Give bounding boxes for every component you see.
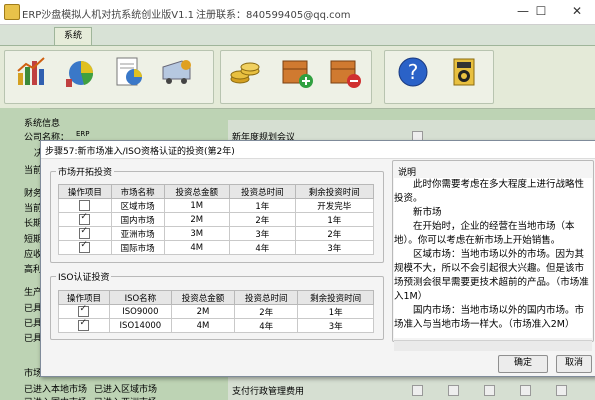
entered-local-market: 已进入本地市场 bbox=[24, 385, 88, 395]
svg-text:?: ? bbox=[408, 60, 419, 84]
column-header: 市场名称 bbox=[110, 184, 165, 199]
process-row-admin-fee: 支付行政管理费用 bbox=[232, 387, 305, 397]
investment-amount: 2M bbox=[163, 212, 231, 227]
table-row: 国际市场 4M 4年 3年 bbox=[58, 240, 375, 255]
row-checkbox[interactable] bbox=[78, 318, 90, 331]
remaining-time: 3年 bbox=[297, 318, 374, 333]
investment-amount: 4M bbox=[163, 240, 231, 255]
column-header: 投资总金额 bbox=[170, 290, 236, 305]
entered-regional-market: 已进入区域市场 bbox=[94, 385, 158, 395]
help-icon[interactable]: ? bbox=[396, 55, 430, 89]
investment-amount: 2M bbox=[170, 304, 236, 319]
process-check[interactable] bbox=[412, 385, 423, 396]
investment-time: 3年 bbox=[229, 226, 296, 241]
iso-table: 操作项目 ISO名称 投资总金额 投资总时间 剩余投资时间 ISO9000 2M… bbox=[58, 290, 374, 333]
table-row: 国内市场 2M 2年 1年 bbox=[58, 212, 375, 227]
table-row: 亚洲市场 3M 3年 2年 bbox=[58, 226, 375, 241]
table-row: ISO14000 4M 4年 3年 bbox=[58, 318, 374, 333]
column-header: 剩余投资时间 bbox=[294, 184, 375, 199]
description-paragraph: 区域市场：当地市场以外的市场。因为其规模不大，所以不会引起很大兴趣。但是该市场预… bbox=[394, 249, 589, 302]
market-name: 亚洲市场 bbox=[110, 226, 165, 241]
market-name: 国际市场 bbox=[110, 240, 165, 255]
description-paragraph: 此时你需要考虑在多大程度上进行战略性投资。 bbox=[394, 179, 585, 204]
app-icon bbox=[4, 4, 20, 20]
registration-contact: 注册联系：840599405@qq.com bbox=[196, 10, 351, 21]
checkbox-cell[interactable] bbox=[58, 304, 110, 319]
window-title: ERP沙盘模拟人机对抗系统创业版V1.1 bbox=[22, 10, 195, 21]
entered-asia-market: 已进入亚洲市场 bbox=[94, 395, 157, 400]
description-scrollbar[interactable] bbox=[394, 340, 592, 351]
process-check[interactable] bbox=[448, 385, 459, 396]
iso-name: ISO9000 bbox=[108, 304, 172, 319]
column-header: 投资总时间 bbox=[234, 290, 299, 305]
investment-amount: 3M bbox=[163, 226, 231, 241]
investment-time: 2年 bbox=[229, 212, 296, 227]
column-header: ISO名称 bbox=[108, 290, 172, 305]
chart-icon[interactable] bbox=[14, 55, 48, 89]
dialog-title: 步骤57:新市场准入/ISO资格认证的投资(第2年) bbox=[45, 147, 235, 157]
market-table: 操作项目 市场名称 投资总金额 投资总时间 剩余投资时间 区域市场 1M 1年 … bbox=[58, 184, 375, 255]
investment-time: 1年 bbox=[229, 198, 296, 213]
investment-time: 4年 bbox=[229, 240, 296, 255]
process-check[interactable] bbox=[520, 385, 531, 396]
process-check[interactable] bbox=[484, 385, 495, 396]
remaining-time: 2年 bbox=[294, 226, 375, 241]
maximize-button[interactable]: ☐ bbox=[530, 2, 552, 20]
investment-time: 2年 bbox=[234, 304, 299, 319]
checkbox-cell[interactable] bbox=[58, 198, 112, 213]
description-caption: 说明 bbox=[396, 165, 419, 178]
checkbox-cell[interactable] bbox=[58, 318, 110, 333]
coins-icon[interactable] bbox=[228, 55, 262, 89]
remaining-time: 1年 bbox=[294, 212, 375, 227]
description-text[interactable]: 此时你需要考虑在多大程度上进行战略性投资。 新市场 在开始时，企业的经营在当地市… bbox=[394, 178, 592, 338]
iso-group-caption: ISO认证投资 bbox=[56, 270, 112, 283]
investment-amount: 4M bbox=[170, 318, 236, 333]
description-paragraph: 国内市场：当地市场以外的国内市场。市场准入与当地市场一样大。（市场准入2M） bbox=[394, 305, 585, 330]
investment-amount: 1M bbox=[163, 198, 231, 213]
column-header: 投资总金额 bbox=[163, 184, 231, 199]
truck-icon[interactable] bbox=[160, 55, 194, 89]
remaining-time: 开发完毕 bbox=[294, 198, 375, 213]
company-value: ERP bbox=[76, 130, 90, 138]
description-paragraph: 在开始时，企业的经营在当地市场（本地）。你可以考虑在新市场上开始销售。 bbox=[394, 221, 575, 246]
remaining-time: 1年 bbox=[297, 304, 374, 319]
remove-box-icon[interactable] bbox=[328, 55, 362, 89]
row-checkbox[interactable] bbox=[78, 304, 90, 317]
description-paragraph: 新市场 bbox=[413, 207, 442, 218]
table-header-row: 操作项目 市场名称 投资总金额 投资总时间 剩余投资时间 bbox=[58, 184, 375, 199]
column-header: 操作项目 bbox=[58, 184, 112, 199]
row-checkbox[interactable] bbox=[79, 240, 91, 253]
market-name: 国内市场 bbox=[110, 212, 165, 227]
market-group-caption: 市场开拓投资 bbox=[56, 165, 115, 178]
column-header: 投资总时间 bbox=[229, 184, 296, 199]
pie-chart-icon[interactable] bbox=[64, 55, 98, 89]
system-info-title: 系统信息 bbox=[24, 119, 61, 129]
cancel-button[interactable]: 取消 bbox=[556, 355, 592, 373]
column-header: 操作项目 bbox=[58, 290, 110, 305]
checkbox-cell[interactable] bbox=[58, 240, 112, 255]
website-icon[interactable] bbox=[448, 55, 482, 89]
tab-system[interactable]: 系统 bbox=[54, 27, 92, 45]
entered-domestic-market: 已进入国内市场 bbox=[24, 395, 87, 400]
market-name: 区域市场 bbox=[110, 198, 165, 213]
investment-time: 4年 bbox=[234, 318, 299, 333]
add-box-icon[interactable] bbox=[280, 55, 314, 89]
table-row: 区域市场 1M 1年 开发完毕 bbox=[58, 198, 375, 213]
close-window-button[interactable]: ✕ bbox=[566, 2, 588, 20]
row-checkbox[interactable] bbox=[79, 212, 91, 225]
report-icon[interactable] bbox=[112, 55, 146, 89]
iso-name: ISO14000 bbox=[108, 318, 172, 333]
column-header: 剩余投资时间 bbox=[297, 290, 374, 305]
row-checkbox[interactable] bbox=[79, 200, 91, 211]
table-header-row: 操作项目 ISO名称 投资总金额 投资总时间 剩余投资时间 bbox=[58, 290, 374, 305]
table-row: ISO9000 2M 2年 1年 bbox=[58, 304, 374, 319]
checkbox-cell[interactable] bbox=[58, 226, 112, 241]
process-check[interactable] bbox=[556, 385, 567, 396]
row-checkbox[interactable] bbox=[79, 226, 91, 239]
remaining-time: 3年 bbox=[294, 240, 375, 255]
ok-button[interactable]: 确定 bbox=[498, 355, 548, 373]
checkbox-cell[interactable] bbox=[58, 212, 112, 227]
